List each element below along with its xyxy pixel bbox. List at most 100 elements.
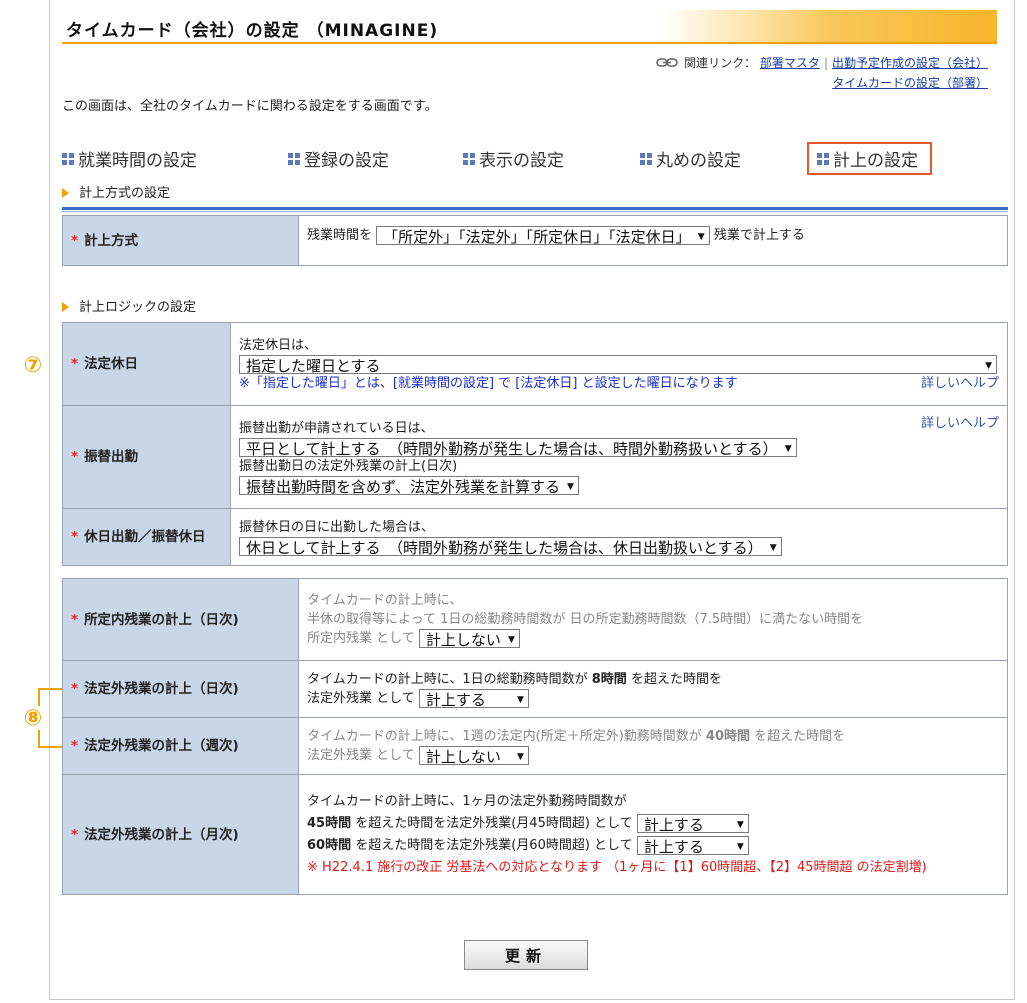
- calc-method-table: * 計上方式 残業時間を 「所定外」「法定外」「所定休日」「法定休日」 ▼ 残業で計…: [62, 215, 1008, 266]
- substitute-work-label: * 振替出勤: [62, 405, 231, 509]
- marker-text: ⑦: [23, 353, 43, 378]
- calc-method-label: * 計上方式: [62, 215, 299, 266]
- select-value: 計上しない: [425, 631, 501, 649]
- chevron-down-icon: ▼: [697, 232, 705, 242]
- text-line: 法定外残業 として: [307, 748, 415, 763]
- legal-holiday-select[interactable]: 指定した曜日とする ▼: [239, 354, 997, 375]
- marker-text: ⑧: [23, 706, 43, 731]
- grid-icon: [463, 153, 475, 165]
- hours-threshold: 60時間: [307, 838, 352, 853]
- link-attendance-plan-settings[interactable]: 出勤予定作成の設定（会社）: [832, 56, 988, 70]
- grid-icon: [62, 153, 74, 165]
- tab-label: 丸めの設定: [656, 151, 741, 171]
- holiday-work-value: 振替休日の日に出勤した場合は、 休日として計上する （時間外勤務が発生した場合は…: [230, 508, 1008, 566]
- label-text: 計上方式: [84, 232, 139, 249]
- grid-icon: [288, 153, 300, 165]
- arrow-right-icon: [62, 187, 69, 198]
- legal-holiday-label: * 法定休日: [62, 322, 231, 406]
- in-overtime-daily-select[interactable]: 計上しない ▼: [418, 629, 520, 649]
- update-button[interactable]: 更新: [464, 940, 588, 970]
- settings-tabs: 就業時間の設定 登録の設定 表示の設定 丸めの設定 計上の設定: [62, 142, 962, 176]
- section-divider-light: [62, 211, 1008, 212]
- section-heading-logic: 計上ロジックの設定: [62, 296, 196, 315]
- section-heading-text: 計上ロジックの設定: [79, 300, 197, 315]
- text-line: 所定内残業 として: [307, 631, 415, 646]
- legal-overtime-weekly-select[interactable]: 計上しない ▼: [418, 746, 529, 766]
- substitute-work-intro: 振替出勤が申請されている日は、: [239, 421, 434, 436]
- legal-overtime-daily-select[interactable]: 計上する ▼: [418, 689, 529, 709]
- arrow-right-icon: [62, 301, 69, 312]
- callout-marker-7: ⑦: [22, 353, 44, 377]
- chevron-down-icon: ▼: [769, 543, 777, 553]
- in-overtime-daily-label: * 所定内残業の計上（日次): [62, 578, 299, 661]
- text-line: を超えた時間を法定外残業(月45時間超) として: [355, 816, 633, 831]
- hours-threshold: 45時間: [307, 816, 352, 831]
- calc-method-suffix: 残業で計上する: [713, 228, 805, 243]
- tab-working-hours[interactable]: 就業時間の設定: [62, 146, 197, 171]
- legal-overtime-45h-select[interactable]: 計上する ▼: [636, 814, 749, 834]
- text-line: タイムカードの計上時に、1ヶ月の法定外勤務時間数が: [307, 794, 627, 809]
- label-text: 法定外残業の計上（月次): [84, 826, 239, 843]
- chevron-down-icon: ▼: [736, 820, 744, 830]
- text-line: タイムカードの計上時に、1週の法定内(所定＋所定外)勤務時間数が: [307, 729, 702, 744]
- select-value: 「所定外」「法定外」「所定休日」「法定休日」: [383, 228, 691, 246]
- section-heading-method: 計上方式の設定: [62, 182, 170, 201]
- required-mark: *: [71, 611, 79, 628]
- tab-display[interactable]: 表示の設定: [463, 146, 564, 171]
- required-mark: *: [71, 232, 79, 249]
- select-value: 平日として計上する （時間外勤務が発生した場合は、時間外勤務扱いとする）: [246, 440, 778, 458]
- select-value: 休日として計上する （時間外勤務が発生した場合は、休日出勤扱いとする）: [246, 539, 763, 557]
- required-mark: *: [71, 449, 79, 465]
- text-line: タイムカードの計上時に、1日の総勤務時間数が: [307, 672, 588, 687]
- overtime-table: * 所定内残業の計上（日次) タイムカードの計上時に、 半休の取得等によって 1日…: [62, 578, 1008, 895]
- page-description: この画面は、全社のタイムカードに関わる設定をする画面です。: [62, 99, 438, 114]
- text-line: 法定外残業 として: [307, 691, 415, 706]
- calc-logic-table: * 法定休日 法定休日は、 指定した曜日とする ▼ ※「指定した曜日」とは、[就業時…: [62, 322, 1008, 566]
- link-separator: |: [823, 56, 828, 70]
- holiday-work-intro: 振替休日の日に出勤した場合は、: [239, 520, 435, 535]
- related-links-label: 関連リンク：: [684, 56, 757, 70]
- text-line: を超えた時間を法定外残業(月60時間超) として: [355, 838, 633, 853]
- substitute-overtime-select[interactable]: 振替出勤時間を含めず、法定外残業を計算する ▼: [239, 476, 579, 496]
- tab-accounting[interactable]: 計上の設定: [807, 142, 932, 175]
- link-timecard-dept-settings[interactable]: タイムカードの設定（部署）: [832, 76, 988, 90]
- legal-holiday-note: ※「指定した曜日」とは、[就業時間の設定] で [法定休日] と設定した曜日にな…: [239, 375, 738, 391]
- label-text: 休日出勤／振替休日: [84, 529, 206, 545]
- legal-overtime-daily-value: タイムカードの計上時に、1日の総勤務時間数が 8時間 を超えた時間を 法定外残業…: [298, 660, 1008, 718]
- text-line: 半休の取得等によって 1日の総勤務時間数が 日の所定勤務時間数（7.5時間）に満…: [307, 612, 864, 627]
- legal-overtime-60h-select[interactable]: 計上する ▼: [636, 836, 749, 856]
- select-value: 指定した曜日とする: [246, 356, 381, 375]
- select-value: 計上する: [643, 838, 704, 856]
- page-title: タイムカード（会社）の設定 （MINAGINE): [66, 21, 439, 41]
- required-mark: *: [71, 681, 79, 697]
- chain-link-icon: [656, 58, 678, 67]
- legal-overtime-weekly-label: * 法定外残業の計上（週次): [62, 717, 299, 775]
- holiday-work-select[interactable]: 休日として計上する （時間外勤務が発生した場合は、休日出勤扱いとする） ▼: [239, 537, 782, 557]
- substitute-overtime-intro: 振替出勤日の法定外残業の計上(日次): [239, 459, 458, 474]
- section-heading-text: 計上方式の設定: [79, 186, 171, 201]
- hours-threshold: 40時間: [705, 729, 750, 744]
- select-value: 振替出勤時間を含めず、法定外残業を計算する: [246, 478, 560, 496]
- label-text: 法定外残業の計上（日次): [84, 681, 239, 697]
- grid-icon: [640, 153, 652, 165]
- tab-rounding[interactable]: 丸めの設定: [640, 146, 741, 171]
- substitute-work-select[interactable]: 平日として計上する （時間外勤務が発生した場合は、時間外勤務扱いとする） ▼: [239, 438, 797, 458]
- chevron-down-icon: ▼: [516, 695, 524, 705]
- text-line: を超えた時間を: [630, 672, 722, 687]
- substitute-work-help-link[interactable]: 詳しいヘルプ: [921, 414, 999, 433]
- legal-overtime-monthly-value: タイムカードの計上時に、1ヶ月の法定外勤務時間数が 45時間 を超えた時間を法定…: [298, 774, 1008, 895]
- link-department-master[interactable]: 部署マスタ: [760, 56, 820, 70]
- label-text: 振替出勤: [84, 449, 139, 465]
- legal-holiday-value: 法定休日は、 指定した曜日とする ▼ ※「指定した曜日」とは、[就業時間の設定] …: [230, 322, 1008, 406]
- legal-holiday-help-link[interactable]: 詳しいヘルプ: [921, 374, 999, 393]
- tab-registration[interactable]: 登録の設定: [288, 146, 389, 171]
- required-mark: *: [71, 356, 79, 372]
- calc-method-select[interactable]: 「所定外」「法定外」「所定休日」「法定休日」 ▼: [376, 226, 710, 246]
- text-line: を超えた時間を: [754, 729, 846, 744]
- select-value: 計上する: [643, 816, 704, 834]
- callout-marker-8: ⑧: [22, 706, 44, 730]
- label-text: 所定内残業の計上（日次): [84, 611, 239, 628]
- tab-label: 登録の設定: [304, 151, 389, 171]
- chevron-down-icon: ▼: [507, 635, 515, 645]
- chevron-down-icon: ▼: [784, 444, 792, 454]
